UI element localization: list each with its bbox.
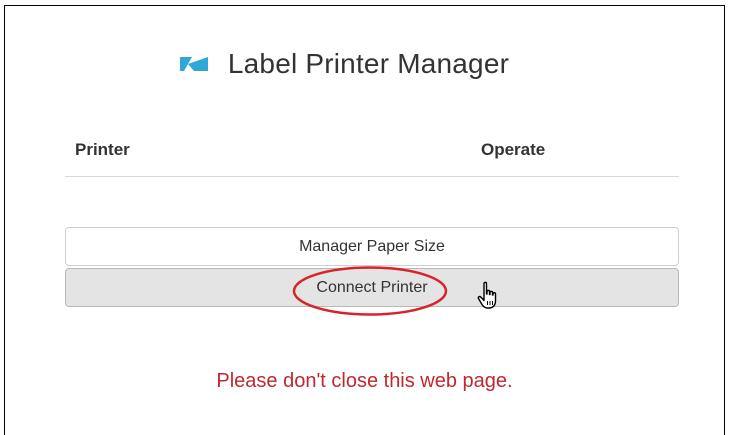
column-header-operate: Operate [481,140,546,159]
connect-printer-label: Connect Printer [316,278,428,296]
label-printer-logo-icon [179,57,208,71]
connect-printer-button[interactable]: Connect Printer [65,268,679,307]
manager-paper-size-label: Manager Paper Size [299,237,445,255]
warning-message: Please don't close this web page. [216,370,513,392]
manager-paper-size-button[interactable]: Manager Paper Size [65,227,679,266]
app-window: Label Printer Manager Printer Operate Ma… [4,5,725,435]
page-title: Label Printer Manager [227,48,510,79]
header: Label Printer Manager [5,44,724,84]
column-header-printer: Printer [75,140,130,159]
printer-table-header: Printer Operate [65,132,679,177]
